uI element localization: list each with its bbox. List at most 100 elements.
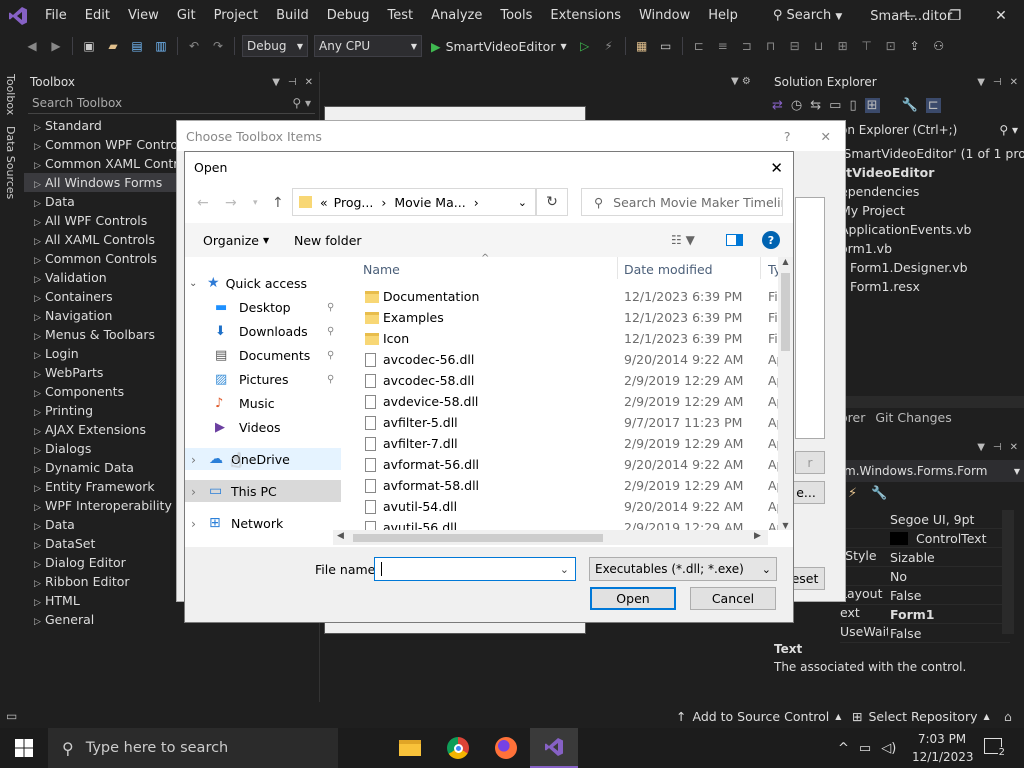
menu-file[interactable]: File (36, 0, 76, 32)
menu-view[interactable]: View (119, 0, 168, 32)
nav-videos[interactable]: ▶ Videos (215, 416, 281, 438)
column-divider[interactable] (760, 257, 761, 279)
volume-icon[interactable]: ◁) (881, 741, 896, 756)
align-top-icon[interactable]: ⊓ (761, 36, 781, 56)
dropdown-icon[interactable]: ▼ (977, 77, 985, 88)
open-folder-icon[interactable]: ▰ (103, 36, 123, 56)
menu-test[interactable]: Test (379, 0, 423, 32)
source-control-button[interactable]: ↑ Add to Source Control ▲ (676, 709, 841, 724)
collapse-icon[interactable]: ▭ (829, 98, 841, 113)
new-folder-button[interactable]: New folder (294, 233, 362, 248)
file-row[interactable]: avformat-58.dll 2/9/2019 12:29 AM Ap (343, 475, 783, 496)
nav-this-pc[interactable]: › ▭ This PC (185, 480, 341, 502)
help-icon[interactable]: ? (784, 129, 791, 144)
nav-quick-access[interactable]: ⌄ ★ Quick access (189, 272, 307, 294)
forward-arrow-icon[interactable]: → (225, 195, 237, 211)
property-row[interactable]: Layout False (840, 586, 1010, 605)
menu-window[interactable]: Window (630, 0, 699, 32)
clear-button[interactable]: r (795, 451, 825, 474)
file-row[interactable]: avutil-54.dll 9/20/2014 9:22 AM Ap (343, 496, 783, 517)
solution-tree-item[interactable]: Form1.Designer.vb (840, 258, 1024, 277)
vs-search[interactable]: ⚲ Search ▼ (765, 0, 850, 33)
solution-tree-item[interactable]: Form1.resx (840, 277, 1024, 296)
bell-icon[interactable]: ⌂ (1004, 709, 1012, 724)
file-row[interactable]: avcodec-58.dll 2/9/2019 12:29 AM Ap (343, 370, 783, 391)
pin-icon[interactable]: ⚲ (327, 350, 334, 361)
tab-git-changes[interactable]: Git Changes (875, 410, 951, 425)
property-row[interactable]: UseWaitCursorFalse (840, 624, 1010, 643)
close-icon[interactable]: ✕ (1010, 442, 1018, 453)
back-arrow-icon[interactable]: ← (197, 195, 209, 211)
file-row[interactable]: avutil-56.dll 2/9/2019 12:29 AM Ap (343, 517, 783, 530)
nav-documents[interactable]: ▤ Documents ⚲ (215, 344, 341, 366)
close-icon[interactable]: ✕ (770, 159, 783, 177)
solution-tree-item[interactable]: rtVideoEditor (840, 163, 1024, 182)
pin-icon[interactable]: ⊣ (993, 442, 1002, 453)
dropdown-icon[interactable]: ▼ (272, 77, 280, 88)
toolbox-search-input[interactable]: Search Toolbox ⚲ ▾ (28, 92, 315, 114)
redo-icon[interactable]: ↷ (208, 36, 228, 56)
solution-tree-item[interactable]: My Project (840, 201, 1024, 220)
file-explorer-app-icon[interactable] (386, 728, 434, 768)
file-row[interactable]: avcodec-56.dll 9/20/2014 9:22 AM Ap (343, 349, 783, 370)
back-icon[interactable]: ◀ (22, 36, 42, 56)
close-icon[interactable]: ✕ (305, 77, 313, 88)
start-button[interactable] (0, 728, 48, 768)
hot-reload-icon[interactable]: ⚡ (599, 36, 619, 56)
menu-extensions[interactable]: Extensions (541, 0, 630, 32)
breadcrumb-segment[interactable]: Prog... (334, 195, 374, 210)
file-row[interactable]: avfilter-7.dll 2/9/2019 12:29 AM Ap (343, 433, 783, 454)
firefox-app-icon[interactable] (482, 728, 530, 768)
menu-git[interactable]: Git (168, 0, 205, 32)
align-left-icon[interactable]: ⊏ (689, 36, 709, 56)
platform-dropdown[interactable]: Any CPU ▼ (314, 35, 422, 57)
menu-build[interactable]: Build (267, 0, 318, 32)
data-sources-side-tab[interactable]: Data Sources (4, 126, 17, 199)
start-button[interactable]: ▶ SmartVideoEditor ▼ (431, 39, 567, 54)
same-size-icon[interactable]: ⊞ (833, 36, 853, 56)
align-bottom-icon[interactable]: ⊔ (809, 36, 829, 56)
start-without-debugging-icon[interactable]: ▷ (575, 36, 595, 56)
properties-icon[interactable]: 🔧 (902, 98, 918, 113)
nav-downloads[interactable]: ⬇ Downloads ⚲ (215, 320, 341, 342)
menu-help[interactable]: Help (699, 0, 747, 32)
horizontal-scrollbar[interactable]: ◀ ▶ (333, 530, 768, 545)
chevron-right-icon[interactable]: › (191, 516, 209, 531)
chevron-up-icon[interactable]: ^ (838, 741, 849, 756)
undo-icon[interactable]: ↶ (184, 36, 204, 56)
organize-button[interactable]: Organize ▼ (203, 233, 269, 248)
solution-tree-item[interactable]: ApplicationEvents.vb (840, 220, 1024, 239)
align-middle-icon[interactable]: ⊟ (785, 36, 805, 56)
nav-desktop[interactable]: ▬ Desktop ⚲ (215, 296, 341, 318)
taskbar-search-box[interactable]: ⚲ Type here to search (48, 728, 338, 768)
align-right-icon[interactable]: ⊐ (737, 36, 757, 56)
file-row[interactable]: avformat-56.dll 9/20/2014 9:22 AM Ap (343, 454, 783, 475)
spacing-icon[interactable]: ⊤ (857, 36, 877, 56)
align-center-icon[interactable]: ≡ (713, 36, 733, 56)
file-row[interactable]: Icon 12/1/2023 6:39 PM Fi (343, 328, 778, 349)
file-name-input[interactable]: ⌄ (374, 557, 576, 581)
close-button[interactable]: ✕ (978, 0, 1024, 32)
change-view-icon[interactable]: ☷ ▼ (671, 233, 695, 247)
tab-overflow-icon[interactable]: ▼ ⚙ (731, 76, 751, 87)
preview-icon[interactable]: ⊏ (925, 97, 941, 113)
solution-tree-item[interactable]: ependencies (840, 182, 1024, 201)
search-input[interactable]: ⚲ Search Movie Maker Timelin... (581, 188, 783, 216)
share-icon[interactable]: ⇪ (905, 36, 925, 56)
property-row[interactable]: Segoe UI, 9pt (840, 510, 1010, 529)
show-all-icon[interactable]: ▯ (849, 98, 856, 113)
column-divider[interactable] (617, 257, 618, 279)
task-view-icon[interactable] (338, 728, 386, 768)
configuration-dropdown[interactable]: Debug ▼ (242, 35, 308, 57)
pin-icon[interactable]: ⚲ (327, 326, 334, 337)
chevron-right-icon[interactable]: › (191, 484, 209, 499)
grid-icon[interactable]: ⊡ (881, 36, 901, 56)
forward-icon[interactable]: ▶ (46, 36, 66, 56)
menu-debug[interactable]: Debug (318, 0, 379, 32)
pin-icon[interactable]: ⊣ (288, 77, 297, 88)
dropdown-icon[interactable]: ▼ (977, 442, 985, 453)
solution-search[interactable]: on Explorer (Ctrl+;) ⚲ ▾ (840, 120, 1024, 140)
menu-project[interactable]: Project (205, 0, 267, 32)
chevron-right-icon[interactable]: › (191, 452, 209, 467)
layout-icon[interactable]: ▭ (656, 36, 676, 56)
